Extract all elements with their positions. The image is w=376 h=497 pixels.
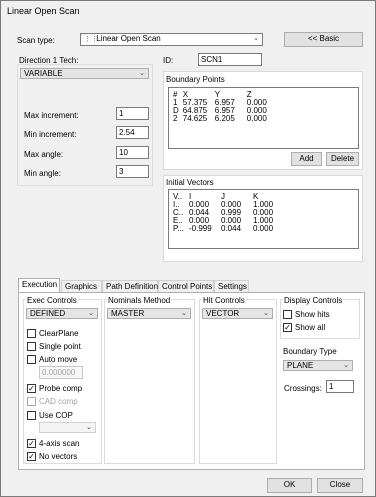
show-hits-label: Show hits xyxy=(295,310,330,319)
hit-controls-dropdown[interactable]: VECTOR ⌄ xyxy=(202,308,273,319)
id-label: ID: xyxy=(163,56,174,65)
initial-vectors-table[interactable]: V.. I J K I.. 0.000 0.000 1.000 C.. 0.04… xyxy=(168,189,359,249)
scan-type-dropdown[interactable]: ⋮⋮ Linear Open Scan ⌄ xyxy=(80,33,263,46)
tab-graphics[interactable]: Graphics xyxy=(61,280,102,292)
table-cell: 74.625 xyxy=(182,114,208,123)
tab-path-definition[interactable]: Path Definition xyxy=(102,280,158,292)
exec-controls-title: Exec Controls xyxy=(26,296,78,306)
chevron-down-icon: ⌄ xyxy=(86,424,92,431)
max-angle-label: Max angle: xyxy=(24,150,64,159)
crossings-input[interactable]: 1 xyxy=(326,380,354,393)
nominals-method-value: MASTER xyxy=(111,309,145,318)
close-button[interactable]: Close xyxy=(317,478,363,493)
single-point-checkbox[interactable] xyxy=(27,342,36,351)
chevron-down-icon: ⌄ xyxy=(88,310,94,317)
cop-dropdown[interactable]: ⌄ xyxy=(39,422,96,433)
use-cop-label: Use COP xyxy=(39,411,73,420)
max-increment-input[interactable]: 1 xyxy=(116,107,149,120)
hit-controls-title: Hit Controls xyxy=(202,296,246,306)
table-cell: 0.044 xyxy=(221,224,242,233)
probe-comp-label: Probe comp xyxy=(39,384,83,393)
nominals-method-title: Nominals Method xyxy=(107,296,172,306)
tab-settings[interactable]: Settings xyxy=(214,280,249,292)
no-vectors-label: No vectors xyxy=(39,452,78,461)
min-increment-label: Min increment: xyxy=(24,130,77,139)
hit-controls-value: VECTOR xyxy=(206,309,240,318)
chevron-down-icon: ⌄ xyxy=(253,35,259,42)
cad-comp-checkbox[interactable] xyxy=(27,397,36,406)
chevron-down-icon: ⌄ xyxy=(263,310,269,317)
crossings-label: Crossings: xyxy=(284,384,322,393)
boundary-points-title: Boundary Points xyxy=(166,75,225,84)
nominals-method-group xyxy=(104,299,195,464)
four-axis-scan-label: 4-axis scan xyxy=(39,439,80,448)
direction-tech-value: VARIABLE xyxy=(24,69,63,78)
table-row[interactable]: 2 74.625 6.205 0.000 xyxy=(171,115,269,123)
exec-mode-dropdown[interactable]: DEFINED ⌄ xyxy=(26,308,98,319)
id-input[interactable]: SCN1 xyxy=(198,53,262,66)
scan-type-value: Linear Open Scan xyxy=(96,34,161,43)
probe-comp-checkbox[interactable]: ✓ xyxy=(27,384,36,393)
min-angle-label: Min angle: xyxy=(24,169,61,178)
table-cell: 0.000 xyxy=(246,114,267,123)
show-all-label: Show all xyxy=(295,323,326,332)
basic-button[interactable]: << Basic xyxy=(284,32,363,47)
no-vectors-checkbox[interactable]: ✓ xyxy=(27,452,36,461)
ok-button[interactable]: OK xyxy=(267,478,312,493)
four-axis-scan-checkbox[interactable]: ✓ xyxy=(27,439,36,448)
single-point-label: Single point xyxy=(39,342,81,351)
hit-controls-group xyxy=(199,299,277,464)
table-cell: 0.000 xyxy=(253,224,274,233)
tab-execution[interactable]: Execution xyxy=(18,278,60,293)
boundary-type-value: PLANE xyxy=(287,361,314,370)
nominals-method-dropdown[interactable]: MASTER ⌄ xyxy=(107,308,191,319)
boundary-points-table[interactable]: # X Y Z 1 57.375 6.957 0.000 D 64.875 6.… xyxy=(168,87,359,149)
max-increment-label: Max increment: xyxy=(24,111,79,120)
scan-type-label: Scan type: xyxy=(17,36,55,45)
table-cell: 2 xyxy=(173,114,178,123)
add-button[interactable]: Add xyxy=(291,152,322,166)
table-cell: P... xyxy=(173,224,184,233)
table-cell: 6.205 xyxy=(214,114,235,123)
scan-icon: ⋮⋮ xyxy=(84,36,98,43)
show-hits-checkbox[interactable] xyxy=(283,310,292,319)
chevron-down-icon: ⌄ xyxy=(181,310,187,317)
tab-control-points[interactable]: Control Points xyxy=(158,280,214,292)
auto-move-input[interactable]: 0.000000 xyxy=(39,366,83,379)
clearplane-label: ClearPlane xyxy=(39,329,79,338)
table-row[interactable]: P... -0.999 0.044 0.000 xyxy=(171,225,275,233)
chevron-down-icon: ⌄ xyxy=(139,70,145,77)
linear-open-scan-dialog: Linear Open Scan Scan type: ⋮⋮ Linear Op… xyxy=(0,0,376,497)
use-cop-checkbox[interactable] xyxy=(27,411,36,420)
cad-comp-label: CAD comp xyxy=(39,397,78,406)
show-all-checkbox[interactable]: ✓ xyxy=(283,323,292,332)
auto-move-checkbox[interactable] xyxy=(27,355,36,364)
max-angle-input[interactable]: 10 xyxy=(116,146,149,159)
boundary-type-title: Boundary Type xyxy=(283,347,337,356)
clearplane-checkbox[interactable] xyxy=(27,329,36,338)
delete-button[interactable]: Delete xyxy=(326,152,359,166)
min-increment-input[interactable]: 2.54 xyxy=(116,126,149,139)
exec-mode-value: DEFINED xyxy=(30,309,66,318)
auto-move-label: Auto move xyxy=(39,355,78,364)
display-controls-title: Display Controls xyxy=(283,296,344,306)
table-cell: -0.999 xyxy=(189,224,212,233)
initial-vectors-title: Initial Vectors xyxy=(166,178,214,187)
min-angle-input[interactable]: 3 xyxy=(116,165,149,178)
direction-tech-dropdown[interactable]: VARIABLE ⌄ xyxy=(20,68,149,79)
window-title: Linear Open Scan xyxy=(7,6,80,16)
chevron-down-icon: ⌄ xyxy=(343,362,349,369)
boundary-type-dropdown[interactable]: PLANE ⌄ xyxy=(283,360,353,371)
